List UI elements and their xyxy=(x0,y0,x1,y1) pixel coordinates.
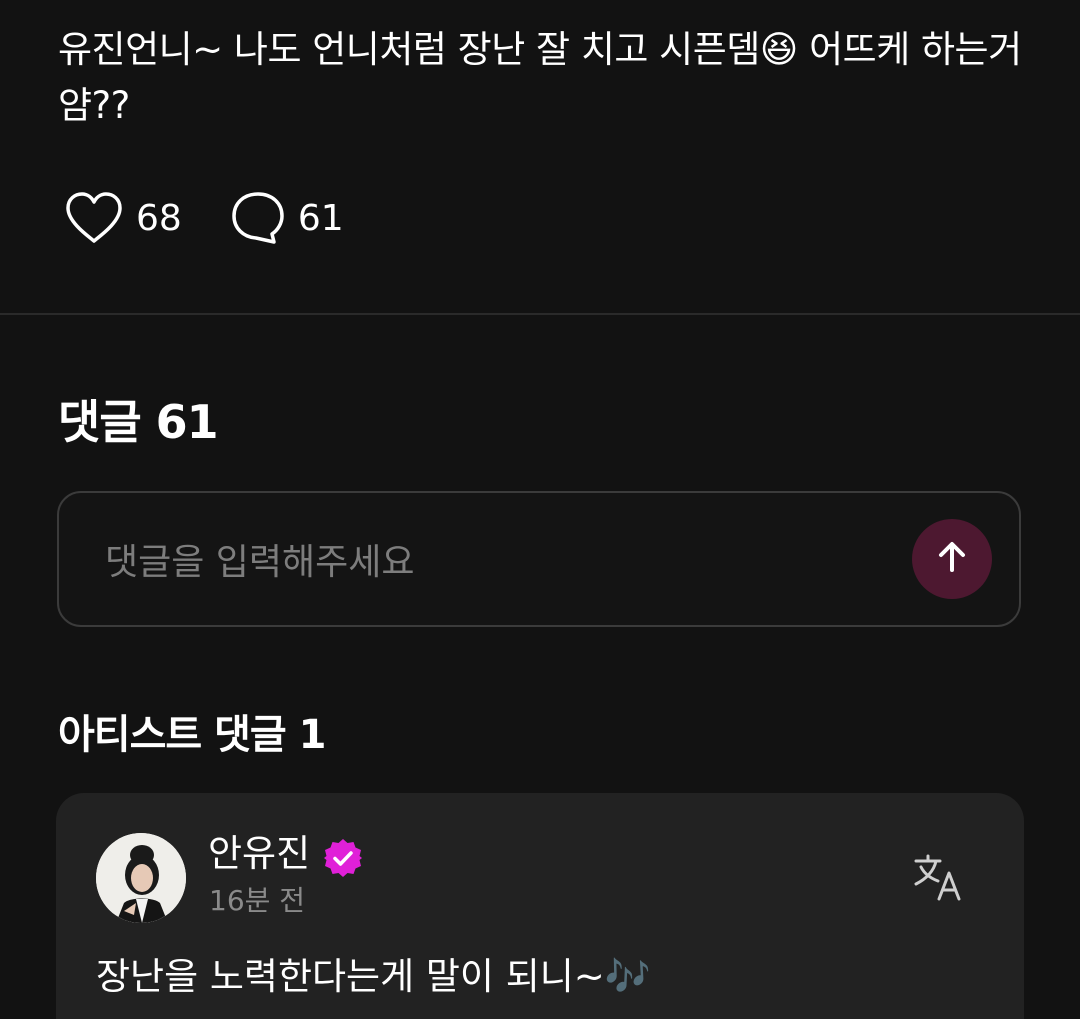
comment-text: 장난을 노력한다는게 말이 되니~🎶 xyxy=(96,949,651,1005)
send-button[interactable] xyxy=(912,519,992,599)
verified-badge-icon xyxy=(322,837,364,879)
post-detail-page: 유진언니~ 나도 언니처럼 장난 잘 치고 시픈뎀😆 어뜨케 하는거얌?? 68… xyxy=(0,0,1080,1019)
like-count: 68 xyxy=(136,197,182,239)
comment-input-box xyxy=(57,491,1021,627)
post-actions: 68 61 xyxy=(64,190,344,246)
artist-comment-card: 안유진 16분 전 장난을 노력한다는게 말이 되니~🎶 xyxy=(56,793,1024,1019)
author-name[interactable]: 안유진 xyxy=(208,829,310,879)
translate-icon xyxy=(912,854,968,911)
speech-bubble-icon xyxy=(230,190,286,246)
comment-timestamp: 16분 전 xyxy=(209,884,306,917)
comment-count: 61 xyxy=(297,197,344,239)
post-text: 유진언니~ 나도 언니처럼 장난 잘 치고 시픈뎀😆 어뜨케 하는거얌?? xyxy=(58,28,1022,127)
music-notes-emoji: 🎶 xyxy=(604,955,651,998)
like-button[interactable]: 68 xyxy=(64,191,182,245)
heart-icon xyxy=(64,191,124,245)
comment-input[interactable] xyxy=(103,529,887,595)
avatar[interactable] xyxy=(96,833,186,923)
comment-body: 장난을 노력한다는게 말이 되니~ xyxy=(96,955,605,998)
arrow-up-icon xyxy=(932,537,972,581)
comments-heading: 댓글 61 xyxy=(58,395,219,449)
translate-button[interactable] xyxy=(912,851,968,907)
comment-button[interactable]: 61 xyxy=(230,190,344,246)
section-divider xyxy=(0,313,1080,315)
artist-comments-heading: 아티스트 댓글 1 xyxy=(58,712,326,758)
